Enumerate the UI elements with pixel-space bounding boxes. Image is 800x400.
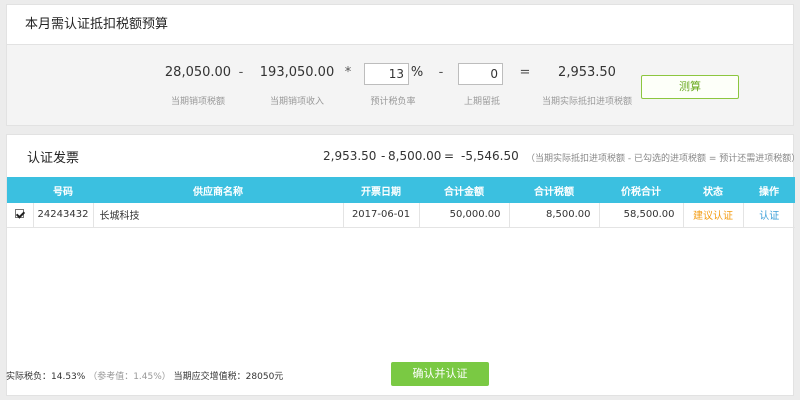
- equation-note: （当期实际抵扣进项税额 - 已勾选的进项税额 = 预计还需进项税额）: [526, 154, 800, 164]
- invoice-panel: 认证发票 2,953.50 - 8,500.00 = -5,546.50 （当期…: [6, 134, 800, 396]
- minus-operator: -: [438, 65, 444, 80]
- reference-rate-text: （参考值：1.45%）: [88, 372, 171, 382]
- column-header: 状态: [683, 177, 743, 203]
- multiply-operator: *: [344, 65, 352, 80]
- invoice-title: 认证发票: [27, 151, 80, 166]
- certify-link[interactable]: 认证: [743, 203, 795, 228]
- column-header: 合计税额: [509, 177, 599, 203]
- output-tax-label: 当期销项税额: [170, 97, 225, 107]
- equation-op-equals: =: [444, 149, 455, 163]
- footer-summary: 实际税负：14.53% （参考值：1.45%） 当期应交增值税：28050元: [6, 369, 283, 382]
- percent-sign: %: [410, 65, 424, 80]
- column-header: 开票日期: [343, 177, 419, 203]
- row-checkbox[interactable]: [15, 208, 25, 218]
- vat-due-text: 当期应交增值税：28050元: [173, 372, 284, 382]
- column-header: 合计金额: [419, 177, 509, 203]
- table-row: 24243432 长城科技 2017-06-01 50,000.00 8,500…: [7, 203, 795, 228]
- minus-operator: -: [238, 65, 244, 80]
- tax-cell: 8,500.00: [509, 203, 600, 228]
- supplier-cell: 长城科技: [93, 203, 344, 228]
- tax-rate-input[interactable]: 13: [364, 63, 409, 85]
- prev-retained-input[interactable]: 0: [458, 63, 503, 85]
- prev-retained-label: 上期留抵: [463, 97, 500, 107]
- budget-panel: 本月需认证抵扣税额预算 28,050.00 当期销项税额 - 193,050.0…: [6, 4, 794, 126]
- table-header-row: 号码 供应商名称 开票日期 合计金额 合计税额 价税合计 状态 操作: [7, 177, 795, 203]
- sales-income-label: 当期销项收入: [269, 97, 324, 107]
- amount-cell: 50,000.00: [419, 203, 510, 228]
- budget-calculator: 28,050.00 当期销项税额 - 193,050.00 当期销项收入 * 1…: [7, 5, 793, 125]
- invoice-number-cell: 24243432: [33, 203, 94, 228]
- status-badge: 建议认证: [683, 203, 744, 228]
- equation-op-minus: -: [381, 149, 386, 163]
- equation-value-a: 2,953.50: [323, 149, 377, 163]
- row-checkbox-cell: [7, 203, 34, 228]
- tax-rate-label: 预计税负率: [370, 97, 416, 107]
- result-value: 2,953.50: [558, 65, 616, 80]
- calculate-button[interactable]: 测算: [641, 75, 739, 99]
- result-label: 当期实际抵扣进项税额: [541, 97, 632, 107]
- column-header: 操作: [743, 177, 795, 203]
- total-cell: 58,500.00: [599, 203, 684, 228]
- date-cell: 2017-06-01: [343, 203, 420, 228]
- invoice-header: 认证发票 2,953.50 - 8,500.00 = -5,546.50 （当期…: [7, 135, 800, 175]
- sales-income-value: 193,050.00: [259, 65, 335, 80]
- column-header: 号码: [33, 177, 93, 203]
- column-header: 价税合计: [599, 177, 683, 203]
- invoice-table: 号码 供应商名称 开票日期 合计金额 合计税额 价税合计 状态 操作 24243…: [7, 177, 795, 228]
- equation-value-c: -5,546.50: [461, 149, 519, 163]
- equals-operator: =: [519, 65, 531, 80]
- confirm-certify-button[interactable]: 确认并认证: [391, 362, 489, 386]
- column-header: 供应商名称: [93, 177, 343, 203]
- select-column-header: [7, 177, 33, 203]
- output-tax-value: 28,050.00: [164, 65, 232, 80]
- actual-rate-text: 实际税负：14.53%: [6, 372, 86, 382]
- equation-value-b: 8,500.00: [388, 149, 442, 163]
